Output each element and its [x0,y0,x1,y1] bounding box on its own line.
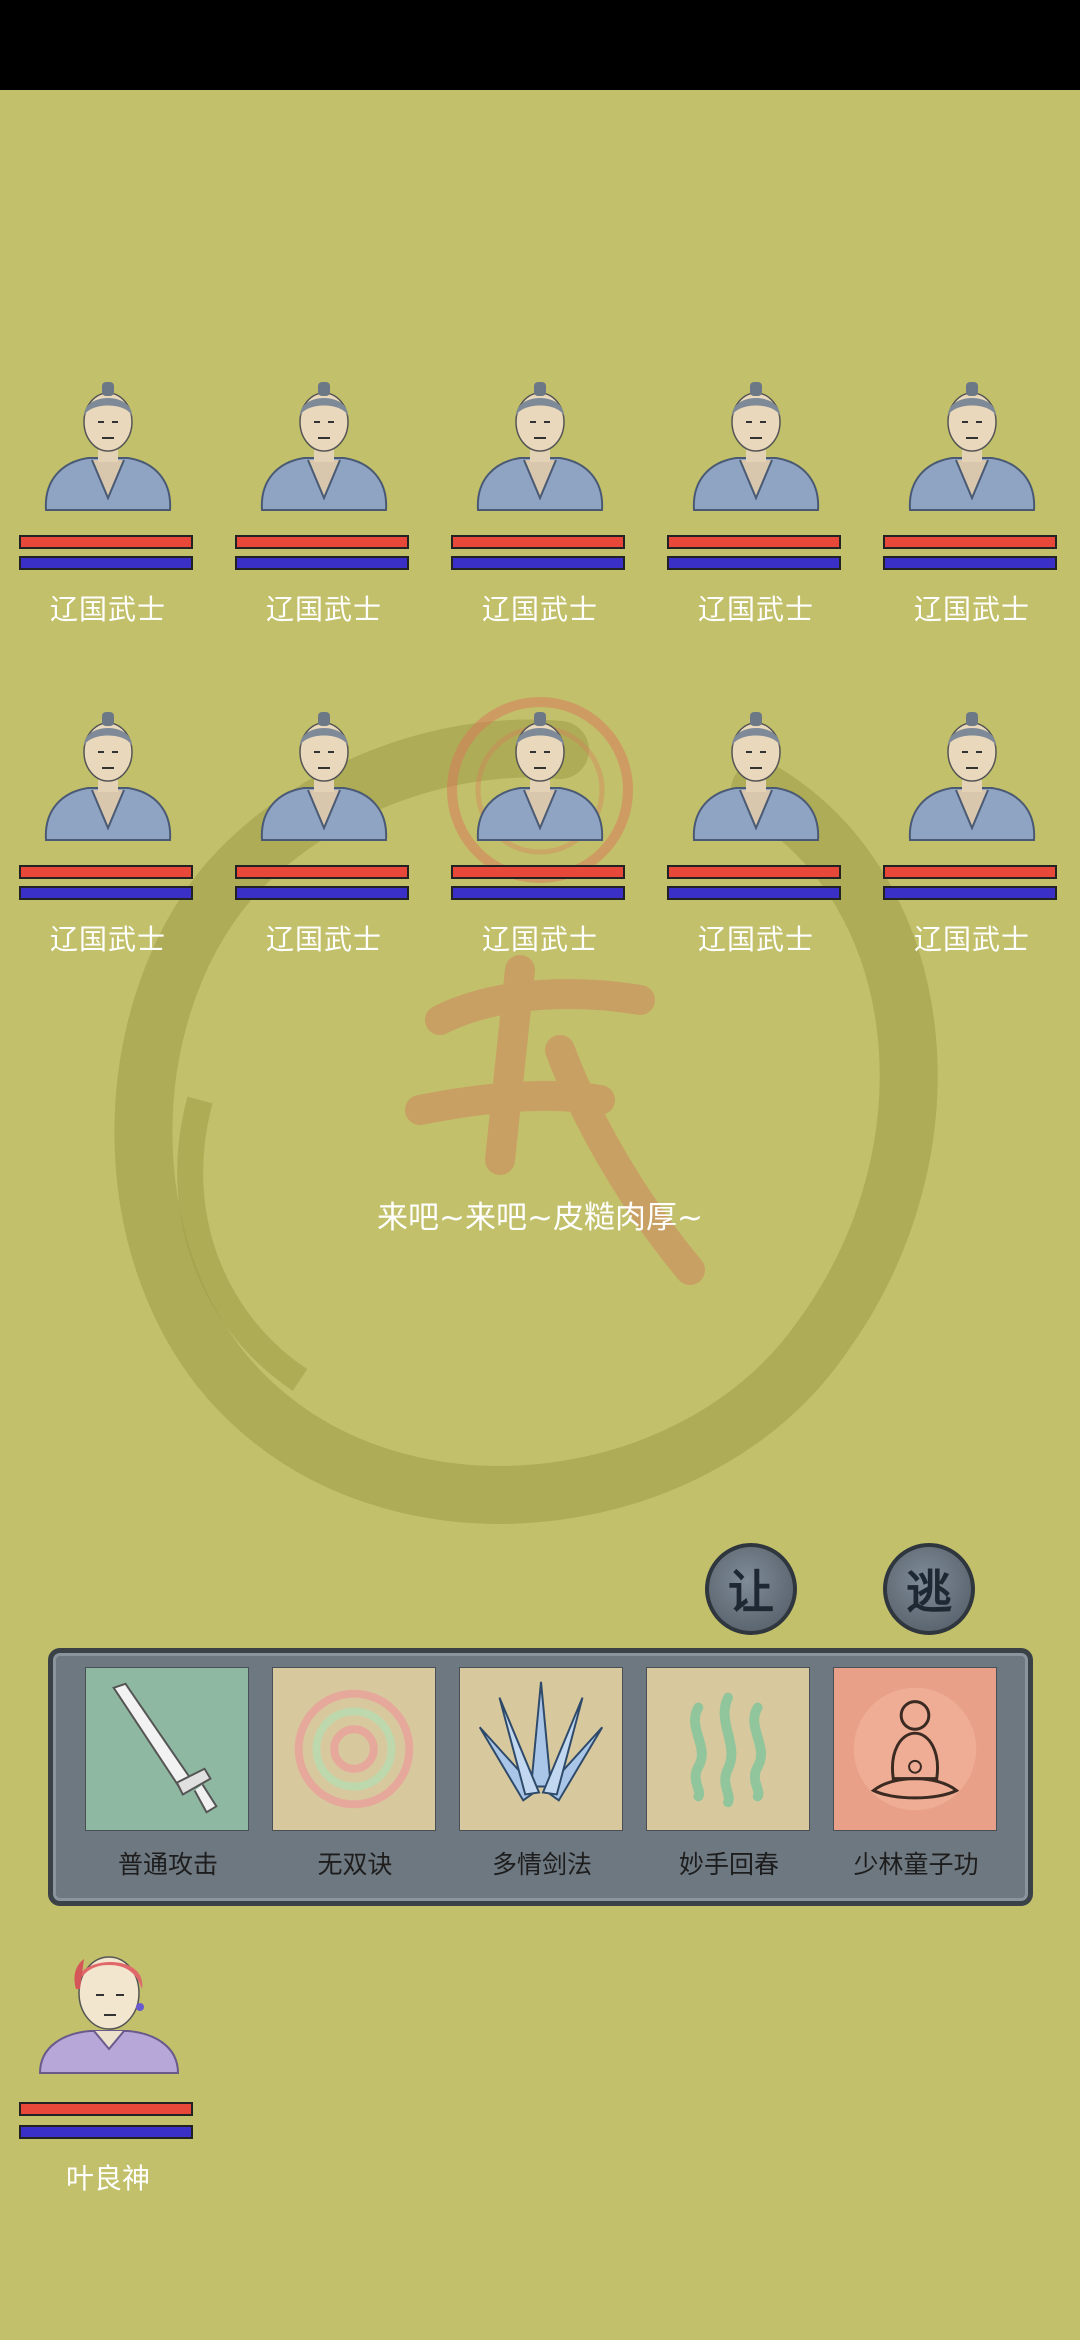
player-portrait [38,1956,180,2074]
enemy-hp-bar [883,535,1057,549]
multi-sword-icon [459,1667,623,1831]
enemy-slot[interactable]: 辽国武士 [18,380,198,640]
enemy-slot[interactable]: 辽国武士 [450,380,630,640]
sword-icon [85,1667,249,1831]
enemy-slot[interactable]: 辽国武士 [234,380,414,640]
player-hp-bar [19,2102,193,2116]
skill-normal-attack[interactable]: 普通攻击 [85,1667,251,1879]
skill-panel: 普通攻击 无双诀 多情剑法 妙手回春 少林童子功 [48,1648,1033,1906]
enemy-mp-bar [883,886,1057,900]
enemy-mp-bar [19,886,193,900]
enemy-name: 辽国武士 [265,923,382,956]
yield-button[interactable]: 让 [705,1543,797,1635]
enemy-hp-bar [451,535,625,549]
player-slot[interactable]: 叶良神 [18,1945,198,2195]
warrior-portrait [260,382,388,511]
skill-miaoshou-huichun[interactable]: 妙手回春 [646,1667,812,1879]
skill-label: 妙手回春 [678,1850,779,1879]
enemy-slot[interactable]: 辽国武士 [234,710,414,970]
battle-message: 来吧~来吧~皮糙肉厚~ [377,1200,703,1236]
enemy-mp-bar [235,886,409,900]
enemy-slot[interactable]: 辽国武士 [18,710,198,970]
warrior-portrait [692,382,820,511]
skill-duoqing-sword[interactable]: 多情剑法 [459,1667,625,1879]
enemy-hp-bar [883,865,1057,879]
warrior-portrait [476,382,604,511]
enemy-mp-bar [667,886,841,900]
enemy-mp-bar [19,556,193,570]
enemy-name: 辽国武士 [697,923,814,956]
enemy-mp-bar [451,886,625,900]
skill-label: 多情剑法 [491,1850,592,1879]
warrior-portrait [692,712,820,841]
enemy-name: 辽国武士 [49,923,166,956]
healing-waves-icon [646,1667,810,1831]
enemy-name: 辽国武士 [913,593,1030,626]
enemy-hp-bar [667,535,841,549]
player-mp-bar [19,2125,193,2139]
enemy-slot[interactable]: 辽国武士 [450,710,630,970]
enemy-name: 辽国武士 [265,593,382,626]
warrior-portrait [44,382,172,511]
enemy-name: 辽国武士 [481,923,598,956]
enemy-hp-bar [667,865,841,879]
flee-button[interactable]: 逃 [883,1543,975,1635]
enemy-slot[interactable]: 辽国武士 [882,710,1062,970]
skill-label: 少林童子功 [853,1850,979,1879]
enemy-hp-bar [235,535,409,549]
skill-label: 普通攻击 [117,1850,218,1879]
enemy-name: 辽国武士 [913,923,1030,956]
enemy-mp-bar [451,556,625,570]
warrior-portrait [476,712,604,841]
status-bar [0,0,1080,90]
enemy-slot[interactable]: 辽国武士 [666,380,846,640]
enemy-name: 辽国武士 [481,593,598,626]
enemy-hp-bar [19,535,193,549]
warrior-portrait [260,712,388,841]
enemy-name: 辽国武士 [697,593,814,626]
skill-shaolin-tongzi[interactable]: 少林童子功 [833,1667,999,1879]
enemy-hp-bar [451,865,625,879]
skill-label: 无双诀 [317,1850,393,1879]
enemy-hp-bar [235,865,409,879]
warrior-portrait [908,382,1036,511]
warrior-portrait [44,712,172,841]
enemy-slot[interactable]: 辽国武士 [666,710,846,970]
enemy-mp-bar [667,556,841,570]
skill-wushuang[interactable]: 无双诀 [272,1667,438,1879]
meditating-monk-icon [833,1667,997,1831]
enemy-hp-bar [19,865,193,879]
enemy-mp-bar [883,556,1057,570]
player-name: 叶良神 [65,2162,150,2195]
warrior-portrait [908,712,1036,841]
enemy-mp-bar [235,556,409,570]
enemy-slot[interactable]: 辽国武士 [882,380,1062,640]
enemy-name: 辽国武士 [49,593,166,626]
spiral-icon [272,1667,436,1831]
